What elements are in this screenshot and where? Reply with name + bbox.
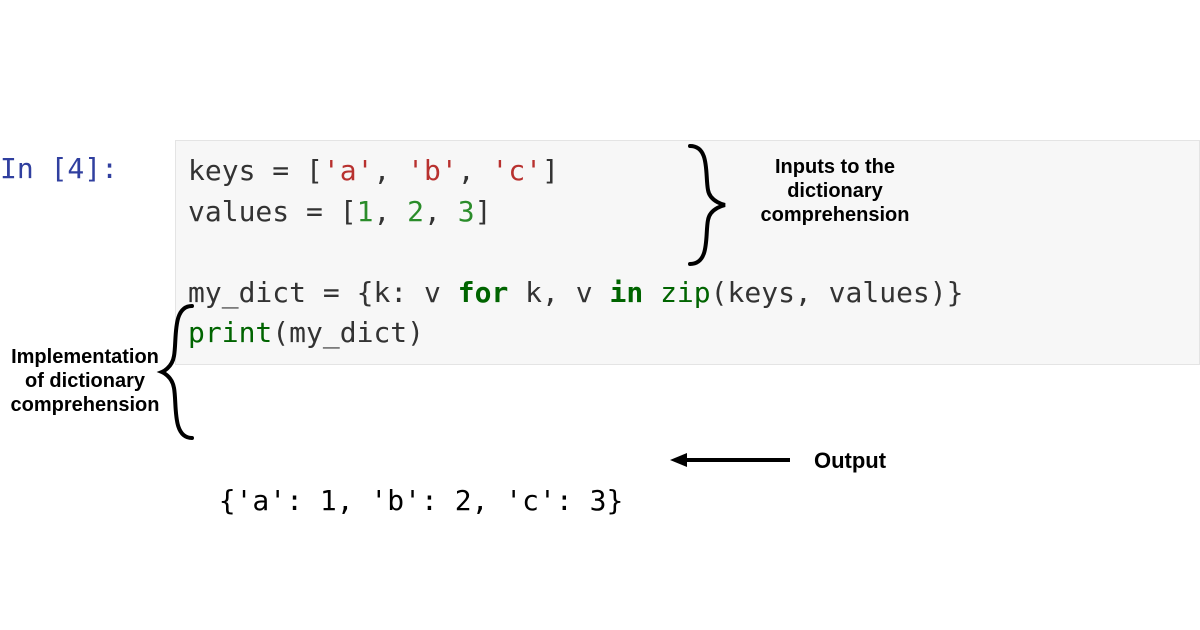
annotation-impl: Implementation of dictionary comprehensi… xyxy=(0,345,170,417)
code-token: keys xyxy=(188,154,255,187)
annotation-output: Output xyxy=(800,448,900,474)
code-token xyxy=(643,276,660,309)
code-token: k, v xyxy=(508,276,609,309)
code-token: 'a' xyxy=(323,154,374,187)
annotation-inputs: Inputs to the dictionary comprehension xyxy=(745,155,925,227)
annotation-output-text: Output xyxy=(814,448,886,473)
code-token: for xyxy=(458,276,509,309)
code-token: , xyxy=(373,154,407,187)
code-token: k: v xyxy=(373,276,457,309)
code-token: 3 xyxy=(458,195,475,228)
code-token: , xyxy=(458,154,492,187)
code-token: = xyxy=(289,195,340,228)
code-token: (my_dict) xyxy=(272,316,424,349)
code-token: [ xyxy=(306,154,323,187)
cell-prompt: In [4]: xyxy=(0,152,118,185)
code-token: 1 xyxy=(357,195,374,228)
brace-inputs-icon xyxy=(680,140,740,270)
output-cell: {'a': 1, 'b': 2, 'c': 3} xyxy=(185,440,623,521)
code-token: ] xyxy=(542,154,559,187)
code-token: { xyxy=(357,276,374,309)
code-token: print xyxy=(188,316,272,349)
code-token: 'c' xyxy=(491,154,542,187)
code-token: , xyxy=(373,195,407,228)
annotation-impl-text: Implementation of dictionary comprehensi… xyxy=(11,346,160,416)
code-token: , xyxy=(424,195,458,228)
code-token: = xyxy=(255,154,306,187)
arrow-output-icon xyxy=(665,445,795,475)
code-token: = xyxy=(306,276,357,309)
code-token: in xyxy=(609,276,643,309)
prompt-label: In [4]: xyxy=(0,152,118,185)
code-token: ] xyxy=(475,195,492,228)
code-token: (keys, values)} xyxy=(711,276,964,309)
code-token: [ xyxy=(340,195,357,228)
code-token: values xyxy=(188,195,289,228)
code-token: 2 xyxy=(407,195,424,228)
output-text: {'a': 1, 'b': 2, 'c': 3} xyxy=(219,484,624,517)
code-token: zip xyxy=(660,276,711,309)
code-token: my_dict xyxy=(188,276,306,309)
code-token: 'b' xyxy=(407,154,458,187)
annotation-inputs-text: Inputs to the dictionary comprehension xyxy=(761,156,910,226)
